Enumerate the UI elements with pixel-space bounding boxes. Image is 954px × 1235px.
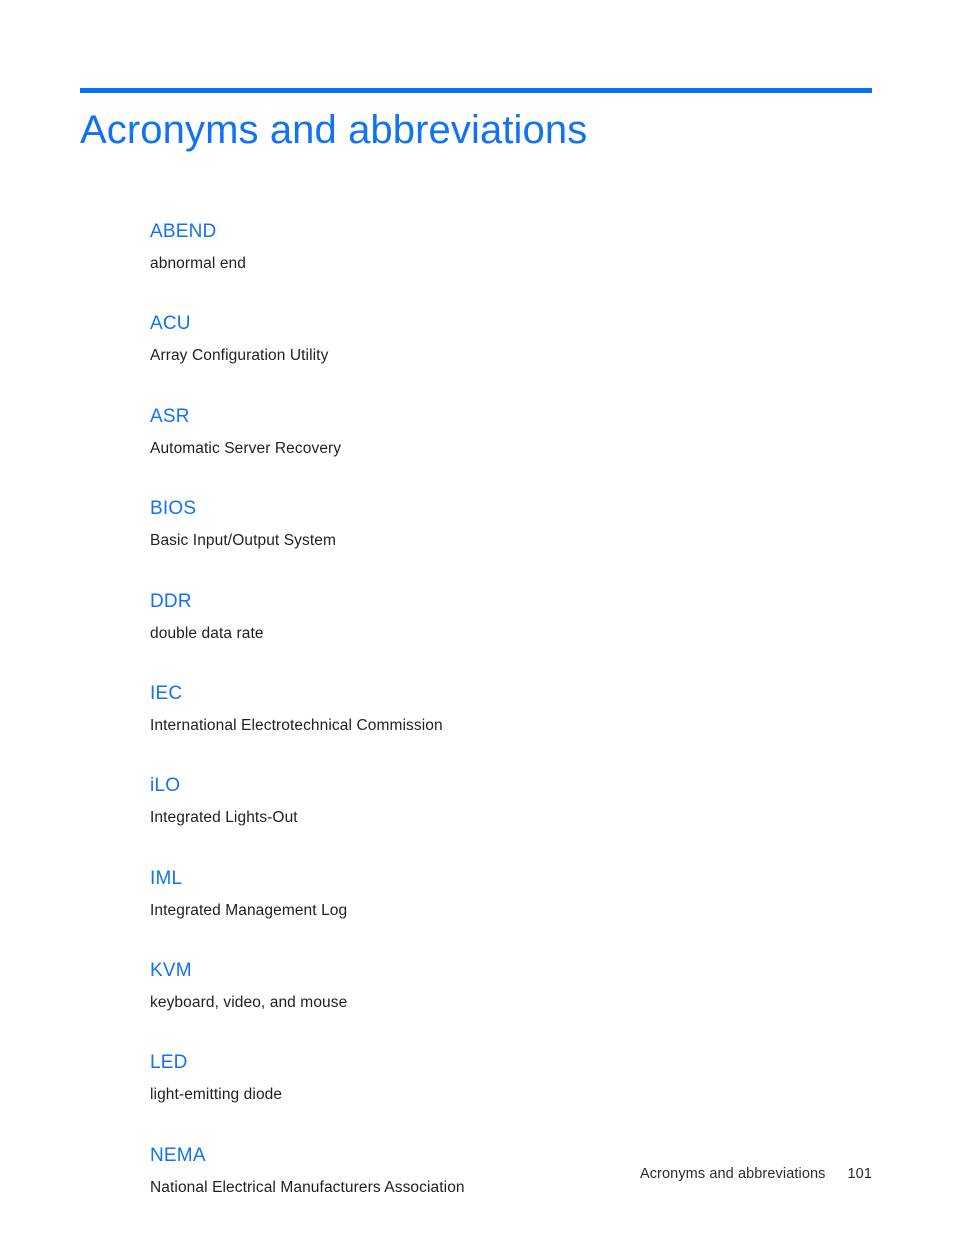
glossary-term: ABEND — [150, 221, 217, 242]
glossary-term: ACU — [150, 313, 191, 335]
glossary-term: BIOS — [150, 498, 197, 520]
glossary-definition: Array Configuration Utility — [150, 347, 329, 365]
glossary-definition: Basic Input/Output System — [150, 532, 337, 550]
footer-page-number: 101 — [847, 1166, 872, 1182]
glossary-list: ABEND abnormal end ACU Array Configurati… — [150, 222, 850, 1235]
glossary-definition: International Electrotechnical Commissio… — [150, 716, 443, 734]
page-title: Acronyms and abbreviations — [80, 108, 588, 152]
glossary-term: ASR — [150, 405, 190, 427]
glossary-definition: double data rate — [150, 624, 264, 642]
glossary-definition: keyboard, video, and mouse — [150, 994, 348, 1011]
glossary-term: IML — [150, 867, 183, 889]
glossary-term: KVM — [150, 960, 192, 981]
glossary-definition: Integrated Management Log — [150, 901, 348, 919]
glossary-entry: BIOS Basic Input/Output System — [150, 499, 850, 550]
glossary-entry: ACU Array Configuration Utility — [150, 314, 850, 365]
glossary-definition: light-emitting diode — [150, 1086, 283, 1104]
glossary-term: iLO — [150, 775, 181, 797]
glossary-definition: abnormal end — [150, 255, 246, 272]
glossary-entry: iLO Integrated Lights-Out — [150, 776, 850, 827]
glossary-entry: ABEND abnormal end — [150, 222, 850, 273]
glossary-entry: LED light-emitting diode — [150, 1053, 850, 1104]
glossary-term: LED — [150, 1052, 188, 1074]
glossary-term: NEMA — [150, 1144, 206, 1166]
document-page: Acronyms and abbreviations ABEND abnorma… — [0, 0, 954, 1235]
glossary-definition: Automatic Server Recovery — [150, 439, 342, 457]
footer-chapter-label: Acronyms and abbreviations — [639, 1166, 826, 1182]
glossary-term: IEC — [150, 682, 183, 704]
glossary-term: DDR — [150, 590, 192, 612]
glossary-entry: DDR double data rate — [150, 592, 850, 643]
glossary-entry: KVM keyboard, video, and mouse — [150, 961, 850, 1012]
glossary-entry: ASR Automatic Server Recovery — [150, 407, 850, 458]
glossary-entry: IEC International Electrotechnical Commi… — [150, 684, 850, 735]
page-footer: Acronyms and abbreviations 101 — [640, 1166, 872, 1182]
glossary-entry: IML Integrated Management Log — [150, 869, 850, 920]
page-heading-block: Acronyms and abbreviations — [80, 88, 872, 154]
glossary-definition: Integrated Lights-Out — [150, 809, 298, 827]
